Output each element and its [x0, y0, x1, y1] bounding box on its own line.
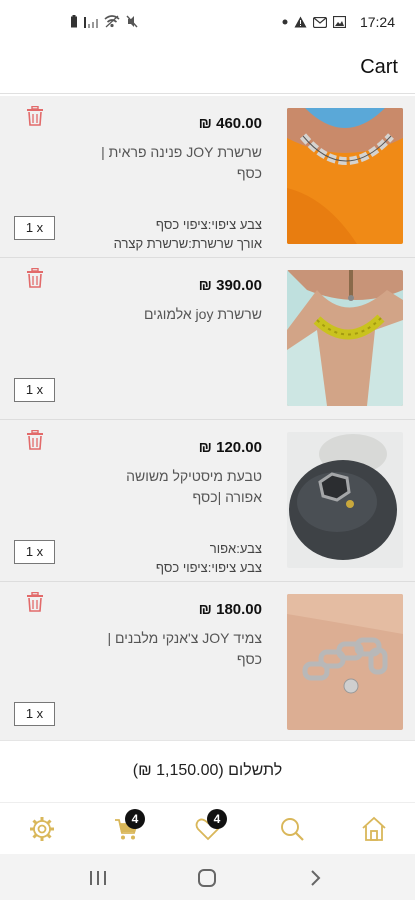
battery-icon: [71, 15, 77, 28]
image-icon: [332, 16, 346, 28]
cart-list: 460.00 ₪ שרשרת JOY פנינה פראית | כסף צבע…: [0, 96, 415, 744]
item-attribute: אורך שרשרת:שרשרת קצרה: [113, 236, 262, 251]
product-image[interactable]: [287, 108, 403, 244]
wishlist-nav-button[interactable]: 4: [194, 809, 227, 843]
bottom-nav: 4 4: [0, 802, 415, 854]
cart-nav-button[interactable]: 4: [112, 809, 145, 843]
home-icon[interactable]: [360, 815, 388, 843]
item-price: 120.00 ₪: [198, 439, 262, 456]
cart-item[interactable]: 180.00 ₪ צמיד JOY צ'אנקי מלבנים | כסף 1 …: [0, 582, 415, 744]
trash-icon[interactable]: [26, 592, 44, 612]
system-nav-bar: [0, 854, 415, 900]
quantity-selector[interactable]: 1 x: [14, 702, 55, 726]
message-icon: [312, 16, 327, 28]
dot-icon: [282, 19, 288, 25]
page-title: Cart: [360, 56, 398, 78]
cart-item[interactable]: 390.00 ₪ שרשרת joy אלמוגים 1 x: [0, 258, 415, 420]
item-name[interactable]: שרשרת joy אלמוגים: [87, 304, 262, 325]
item-name[interactable]: שרשרת JOY פנינה פראית | כסף: [87, 142, 262, 184]
status-left-icons: [70, 15, 138, 28]
settings-icon[interactable]: [28, 815, 56, 843]
quantity-selector[interactable]: 1 x: [14, 540, 55, 564]
item-attribute: צבע ציפוי:ציפוי כסף: [155, 560, 262, 575]
trash-icon[interactable]: [26, 430, 44, 450]
item-name[interactable]: טבעת מיסטיקל משושה אפורה |כסף: [87, 466, 262, 508]
item-price: 390.00 ₪: [198, 277, 262, 294]
wifi-icon: [104, 15, 120, 28]
signal-icon: [84, 16, 98, 28]
item-attribute: צבע:אפור: [209, 541, 262, 556]
mute-icon: [126, 15, 138, 28]
trash-icon[interactable]: [26, 106, 44, 126]
cart-item[interactable]: 120.00 ₪ טבעת מיסטיקל משושה אפורה |כסף צ…: [0, 420, 415, 582]
quantity-selector[interactable]: 1 x: [14, 216, 55, 240]
product-image[interactable]: [287, 594, 403, 730]
item-name[interactable]: צמיד JOY צ'אנקי מלבנים | כסף: [87, 628, 262, 670]
item-price: 460.00 ₪: [198, 115, 262, 132]
quantity-selector[interactable]: 1 x: [14, 378, 55, 402]
wishlist-badge: 4: [207, 809, 227, 829]
cart-badge: 4: [125, 809, 145, 829]
alert-icon: [294, 16, 307, 28]
item-attribute: צבע ציפוי:ציפוי כסף: [155, 217, 262, 232]
status-time: 17:24: [359, 14, 395, 30]
search-icon[interactable]: [278, 815, 306, 843]
product-image[interactable]: [287, 432, 403, 568]
cart-item[interactable]: 460.00 ₪ שרשרת JOY פנינה פראית | כסף צבע…: [0, 96, 415, 258]
status-right-icons: 17:24: [282, 14, 395, 30]
app-header: Cart: [0, 46, 415, 94]
total-amount[interactable]: לתשלום (1,150.00 ₪): [0, 762, 415, 780]
recents-button[interactable]: [86, 868, 110, 888]
total-bar[interactable]: לתשלום (1,150.00 ₪): [0, 740, 415, 802]
product-image[interactable]: [287, 270, 403, 406]
trash-icon[interactable]: [26, 268, 44, 288]
item-attributes: צבע:אפור צבע ציפוי:ציפוי כסף: [62, 539, 262, 577]
back-button[interactable]: [303, 868, 327, 888]
status-bar: 17:24: [0, 0, 415, 46]
item-price: 180.00 ₪: [198, 601, 262, 618]
item-attributes: צבע ציפוי:ציפוי כסף אורך שרשרת:שרשרת קצר…: [62, 215, 262, 253]
home-button[interactable]: [195, 868, 219, 888]
